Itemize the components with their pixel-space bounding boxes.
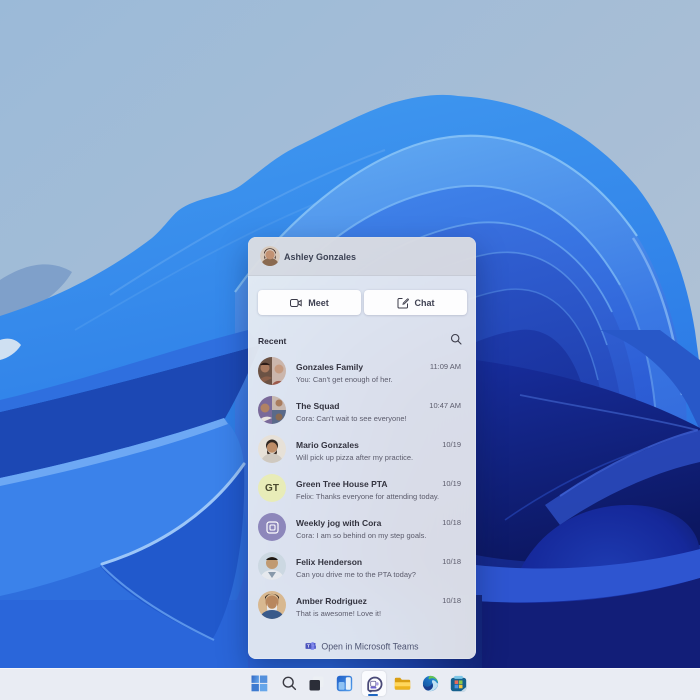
svg-text:T: T (307, 643, 310, 648)
